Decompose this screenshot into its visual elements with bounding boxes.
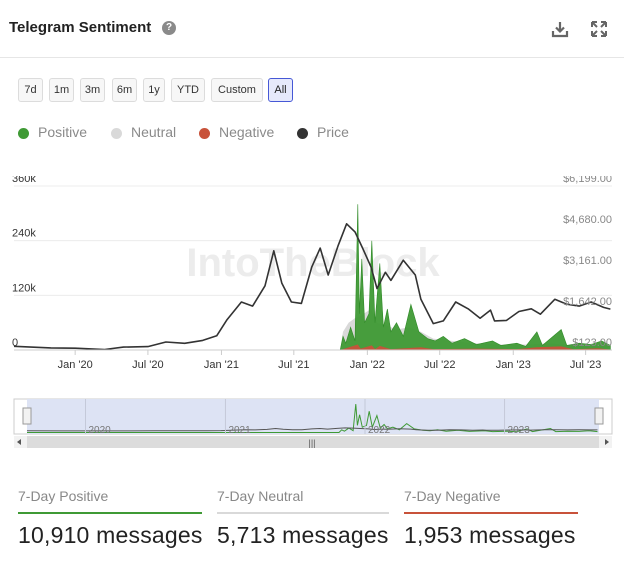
x-axis-tick-label: Jul '20	[132, 359, 163, 371]
navigator-year-label: 2023	[508, 425, 531, 436]
right-axis-tick-label: $1,642.00	[563, 296, 612, 308]
range-button-3m[interactable]: 3m	[80, 78, 105, 102]
x-axis-tick-label: Jul '23	[570, 359, 601, 371]
widget-header: Telegram Sentiment ?	[0, 0, 624, 58]
legend-dot-neutral	[111, 128, 122, 139]
legend-label-positive: Positive	[38, 124, 88, 140]
left-axis-tick-label: 0	[12, 337, 18, 349]
left-axis-tick-label: 240k	[12, 228, 36, 240]
question-circle-icon[interactable]: ?	[162, 21, 176, 35]
legend-dot-negative	[199, 128, 210, 139]
legend-label-negative: Negative	[219, 124, 275, 140]
navigator-right-handle[interactable]	[594, 407, 604, 425]
range-button-ytd[interactable]: YTD	[171, 78, 205, 102]
stat-label-neutral: 7-Day Neutral	[217, 488, 304, 504]
fullscreen-icon[interactable]	[590, 20, 608, 38]
legend-dot-positive	[18, 128, 29, 139]
range-button-custom[interactable]: Custom	[211, 78, 263, 102]
sentiment-chart[interactable]: IntoTheBlock 0120k240k360k $123.00$1,642…	[0, 176, 624, 376]
left-axis: 0 120k 240k 360k	[12, 176, 36, 349]
legend-label-price: Price	[317, 124, 349, 140]
chart-navigator[interactable]: 2020 2021 2022 2023 |||	[0, 396, 624, 456]
stat-value-negative: 1,953 messages	[404, 522, 576, 548]
x-axis-tick-label: Jul '21	[278, 359, 309, 371]
right-axis-tick-label: $3,161.00	[563, 255, 612, 267]
left-axis-tick-label: 360k	[12, 176, 36, 185]
stat-value-neutral: 5,713 messages	[217, 522, 389, 548]
stat-value-positive: 10,910 messages	[18, 522, 203, 548]
right-axis-tick-label: $123.00	[572, 337, 612, 349]
range-button-1y[interactable]: 1y	[143, 78, 165, 102]
stat-underline-negative	[404, 512, 578, 514]
x-axis-tick-label: Jan '23	[496, 359, 531, 371]
navigator-year-label: 2021	[228, 425, 251, 436]
stat-label-positive: 7-Day Positive	[18, 488, 109, 504]
navigator-year-label: 2020	[89, 425, 112, 436]
stat-label-negative: 7-Day Negative	[404, 488, 501, 504]
area-series-neutral[interactable]	[14, 309, 611, 350]
range-button-7d[interactable]: 7d	[18, 78, 43, 102]
navigator-left-handle[interactable]	[22, 407, 32, 425]
scrollbar-grip-icon: |||	[308, 438, 315, 448]
navigator-year-label: 2022	[368, 425, 391, 436]
right-axis: $123.00 $1,642.00 $3,161.00 $4,680.00 $6,199…	[563, 176, 612, 349]
stat-underline-positive	[18, 512, 202, 514]
seven-day-stats: 7-Day Positive 10,910 messages 7-Day Neu…	[0, 480, 624, 560]
x-axis-tick-label: Jan '21	[204, 359, 239, 371]
x-axis: Jan '20 Jul '20 Jan '21 Jul '21 Jan '22 Jul '…	[14, 349, 612, 371]
x-axis-tick-label: Jan '20	[58, 359, 93, 371]
range-button-1m[interactable]: 1m	[49, 78, 74, 102]
x-axis-tick-label: Jan '22	[350, 359, 385, 371]
widget-title: Telegram Sentiment	[9, 19, 152, 36]
legend-label-neutral: Neutral	[131, 124, 177, 140]
right-axis-tick-label: $6,199.00	[563, 176, 612, 185]
left-axis-tick-label: 120k	[12, 282, 36, 294]
stat-underline-neutral	[217, 512, 389, 514]
range-button-all[interactable]: All	[268, 78, 293, 102]
range-button-6m[interactable]: 6m	[112, 78, 137, 102]
right-axis-tick-label: $4,680.00	[563, 214, 612, 226]
x-axis-tick-label: Jul '22	[424, 359, 455, 371]
legend-dot-price	[297, 128, 308, 139]
download-icon[interactable]	[551, 20, 569, 38]
